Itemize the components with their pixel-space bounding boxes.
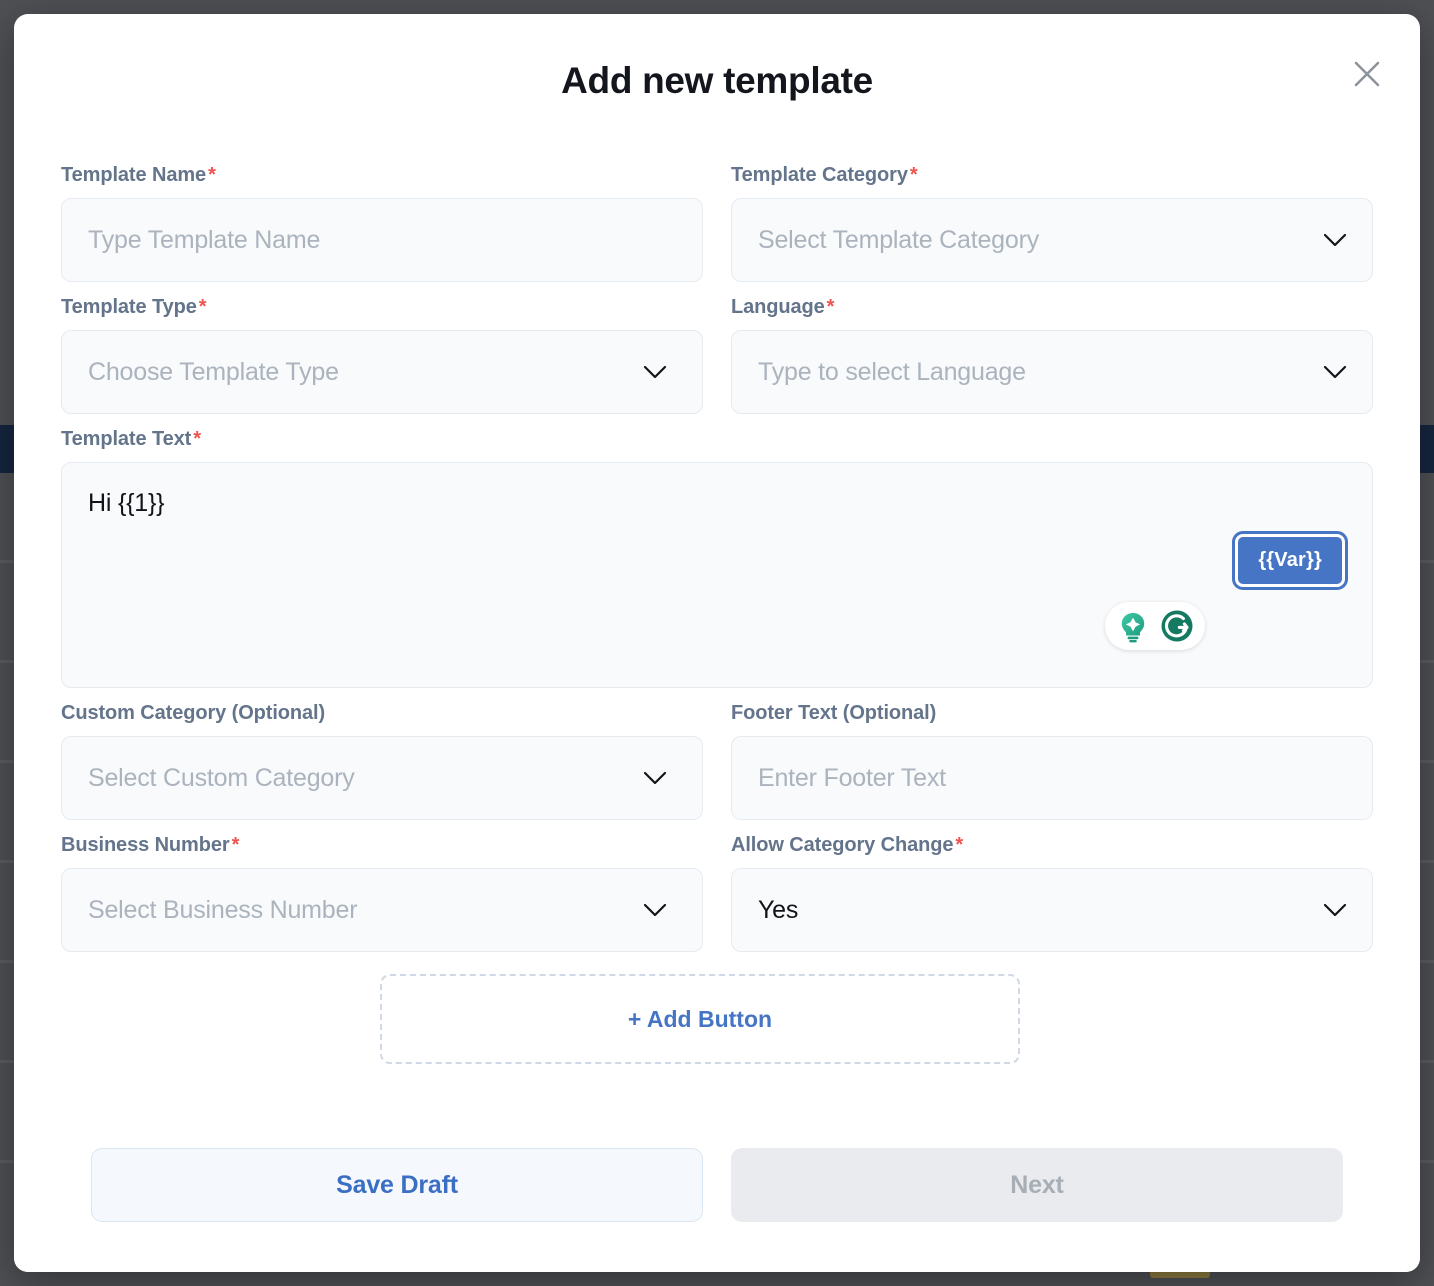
required-asterisk: *	[198, 296, 207, 318]
field-template-text: Template Text * Hi {{1}} {{Var}}	[61, 428, 1373, 688]
required-asterisk: *	[955, 834, 964, 856]
placeholder-text: Type to select Language	[758, 357, 1026, 386]
save-draft-button[interactable]: Save Draft	[91, 1148, 703, 1222]
chevron-down-icon	[642, 765, 668, 791]
chevron-down-icon	[1322, 897, 1348, 923]
add-template-modal: Add new template Template Name * Type Tem…	[14, 14, 1420, 1272]
form-row: Business Number* Select Business Number	[61, 834, 1373, 952]
template-text-textarea[interactable]: Hi {{1}} {{Var}}	[61, 462, 1373, 688]
next-button[interactable]: Next	[731, 1148, 1343, 1222]
modal-body-scroll[interactable]: Add new template Template Name * Type Tem…	[14, 14, 1420, 1126]
chevron-down-icon	[642, 359, 668, 385]
required-asterisk: *	[909, 164, 918, 186]
field-label: Template Text *	[61, 428, 1373, 451]
field-label: Language *	[731, 296, 1373, 319]
page-title: Add new template	[561, 60, 873, 101]
field-label: Template Name *	[61, 164, 703, 187]
field-label: Custom Category (Optional)	[61, 702, 326, 724]
required-asterisk: *	[208, 164, 216, 186]
label-text: Template Category	[731, 164, 908, 186]
label-text: Template Name	[61, 164, 207, 186]
label-text: Template Text	[61, 428, 192, 450]
form-row: Custom Category (Optional) Select Custom…	[61, 702, 1373, 820]
field-business-number: Business Number * Select Business Number	[61, 834, 703, 952]
language-select[interactable]: Type to select Language	[731, 330, 1373, 414]
field-template-category: Template Category * Select Template Categ…	[731, 164, 1373, 282]
field-language: Language * Type to select Language	[731, 296, 1373, 414]
placeholder-text: Type Template Name	[88, 225, 321, 254]
allow-category-change-select[interactable]: Yes	[731, 868, 1373, 952]
placeholder-text: Select Business Number	[88, 895, 358, 924]
template-type-select[interactable]: Choose Template Type	[61, 330, 703, 414]
label-text: Business Number	[61, 834, 230, 856]
field-template-type: Template Type * Choose Template Type	[61, 296, 703, 414]
footer-text-input[interactable]: Enter Footer Text	[731, 736, 1373, 820]
template-form: Template Name * Type Template Name Templa…	[14, 164, 1420, 952]
chevron-down-icon	[1322, 359, 1348, 385]
field-label: Allow Category Change *	[731, 834, 1373, 857]
custom-category-select[interactable]: Select Custom Category	[61, 736, 703, 820]
placeholder-text: Enter Footer Text	[758, 763, 946, 792]
business-number-select[interactable]: Select Business Number	[61, 868, 703, 952]
placeholder-text: Select Template Category	[758, 225, 1040, 254]
selected-value: Yes	[758, 895, 799, 924]
placeholder-text: Select Custom Category	[88, 763, 355, 792]
field-custom-category: Custom Category (Optional) Select Custom…	[61, 702, 703, 820]
add-button-label: + Add Button	[627, 1005, 773, 1032]
close-icon[interactable]	[1346, 53, 1388, 95]
label-text: Template Type	[61, 296, 197, 318]
grammarly-widget[interactable]	[1105, 602, 1205, 650]
template-text-value: Hi {{1}}	[88, 489, 165, 517]
form-row: Template Name * Type Template Name Templa…	[61, 164, 1373, 282]
template-category-select[interactable]: Select Template Category	[731, 198, 1373, 282]
field-label: Template Category *	[731, 164, 1373, 187]
field-footer-text: Footer Text (Optional) Enter Footer Text	[731, 702, 1373, 820]
grammarly-logo-icon[interactable]	[1156, 605, 1198, 647]
form-row: Template Text * Hi {{1}} {{Var}}	[61, 428, 1373, 688]
form-row: Template Type * Choose Template Type Lang	[61, 296, 1373, 414]
field-allow-category-change: Allow Category Change * Yes	[731, 834, 1373, 952]
required-asterisk: *	[826, 296, 835, 318]
add-button-dropzone[interactable]: + Add Button	[380, 974, 1020, 1064]
field-label: Template Type *	[61, 296, 703, 319]
lightbulb-icon[interactable]	[1112, 605, 1154, 647]
insert-variable-button[interactable]: {{Var}}	[1232, 531, 1348, 590]
chevron-down-icon	[1322, 227, 1348, 253]
chevron-down-icon	[642, 897, 668, 923]
label-text: Language	[731, 296, 825, 318]
field-label: Business Number *	[61, 834, 703, 857]
required-asterisk: *	[193, 428, 201, 450]
field-template-name: Template Name * Type Template Name	[61, 164, 703, 282]
template-name-input[interactable]: Type Template Name	[61, 198, 703, 282]
modal-footer: Save Draft Next	[14, 1126, 1420, 1272]
placeholder-text: Choose Template Type	[88, 357, 339, 386]
label-text: Allow Category Change	[731, 834, 954, 856]
field-label: Footer Text (Optional)	[731, 702, 937, 724]
required-asterisk: *	[231, 834, 240, 856]
